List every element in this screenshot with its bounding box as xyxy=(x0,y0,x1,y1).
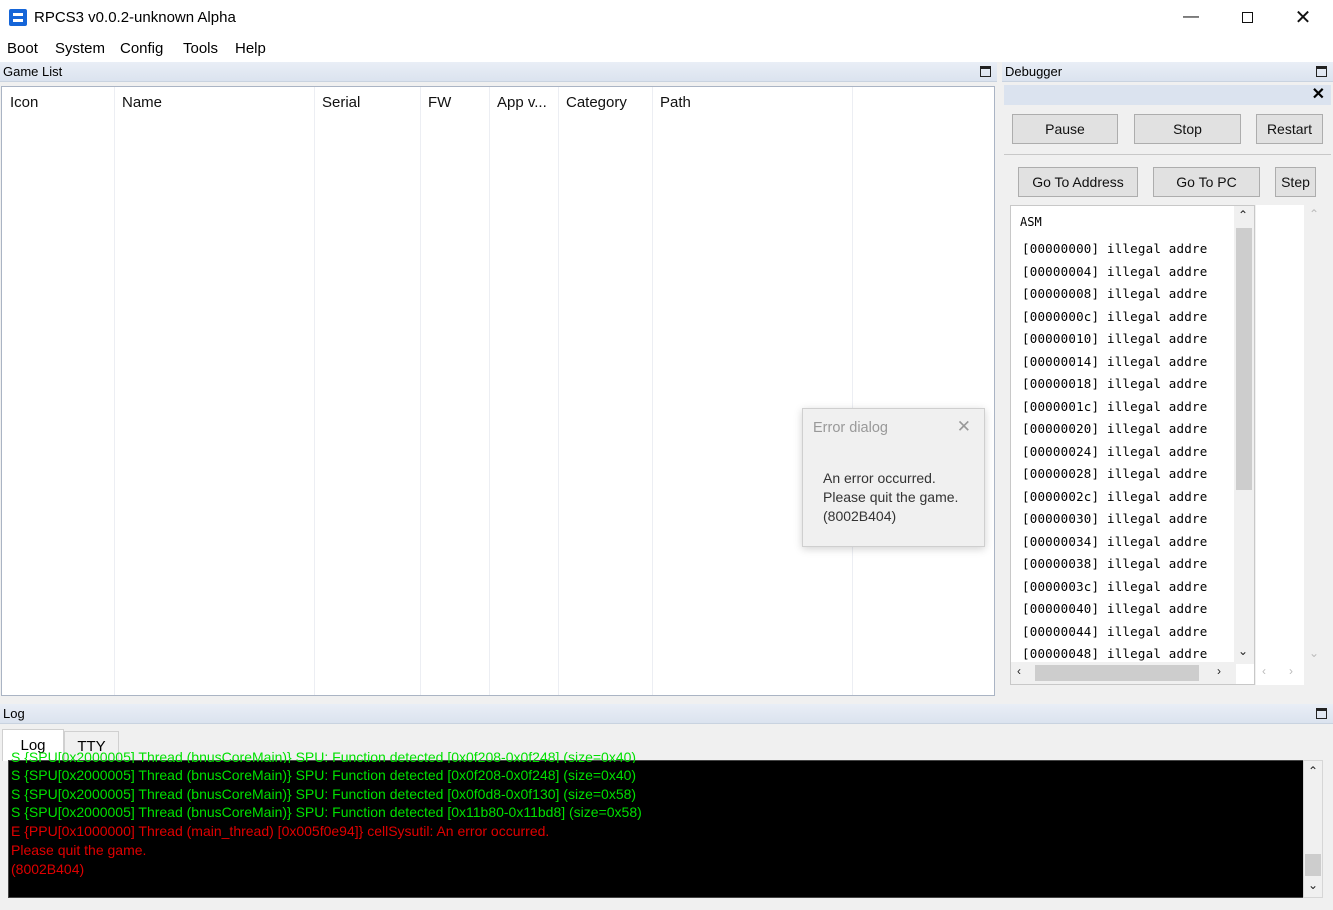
scroll-thumb[interactable] xyxy=(1236,228,1252,490)
log-line: (8002B404) xyxy=(11,860,85,877)
error-message-line: Please quit the game. xyxy=(823,489,959,505)
scroll-right-icon[interactable]: › xyxy=(1217,664,1221,678)
error-dialog: Error dialog ✕ An error occurred. Please… xyxy=(802,408,985,547)
log-vertical-scrollbar[interactable]: ⌃ ⌄ xyxy=(1303,760,1323,898)
scroll-down-icon[interactable]: ⌄ xyxy=(1309,646,1319,660)
go-to-address-button[interactable]: Go To Address xyxy=(1018,167,1138,197)
asm-line[interactable]: [00000004] illegal addre xyxy=(1022,264,1207,279)
undock-icon[interactable] xyxy=(980,66,991,77)
asm-line[interactable]: [0000002c] illegal addre xyxy=(1022,489,1207,504)
column-separator xyxy=(558,87,559,695)
menu-boot[interactable]: Boot xyxy=(7,40,38,57)
column-separator xyxy=(314,87,315,695)
pause-button[interactable]: Pause xyxy=(1012,114,1118,144)
menu-system[interactable]: System xyxy=(55,40,105,57)
menu-bar: Boot System Config Tools Help xyxy=(0,36,1333,62)
log-line: S {SPU[0x2000005] Thread (bnusCoreMain)}… xyxy=(11,804,642,821)
column-separator xyxy=(489,87,490,695)
column-separator xyxy=(420,87,421,695)
column-header-app-version[interactable]: App v... xyxy=(497,94,547,111)
asm-line[interactable]: [00000048] illegal addre xyxy=(1022,646,1207,661)
game-list-title: Game List xyxy=(3,64,63,79)
rpcs3-logo-icon xyxy=(9,9,27,26)
stop-button[interactable]: Stop xyxy=(1134,114,1241,144)
log-line: E {PPU[0x1000000] Thread (main_thread) [… xyxy=(11,823,550,840)
column-header-serial[interactable]: Serial xyxy=(322,94,360,111)
divider xyxy=(1004,154,1331,155)
asm-horizontal-scrollbar[interactable]: ‹ › xyxy=(1011,662,1236,684)
asm-header: ASM xyxy=(1020,215,1042,229)
game-list-titlebar: Game List xyxy=(0,62,997,82)
log-line: S {SPU[0x2000005] Thread (bnusCoreMain)}… xyxy=(11,749,637,763)
maximize-icon[interactable] xyxy=(1224,0,1270,34)
menu-config[interactable]: Config xyxy=(120,40,163,57)
menu-tools[interactable]: Tools xyxy=(183,40,218,57)
log-line: Please quit the game. xyxy=(11,841,147,858)
asm-line[interactable]: [00000014] illegal addre xyxy=(1022,354,1207,369)
undock-icon[interactable] xyxy=(1316,66,1327,77)
column-header-path[interactable]: Path xyxy=(660,94,691,111)
scroll-up-icon[interactable]: ⌃ xyxy=(1238,208,1248,222)
go-to-pc-button[interactable]: Go To PC xyxy=(1153,167,1260,197)
column-header-icon[interactable]: Icon xyxy=(10,94,38,111)
asm-line[interactable]: [00000034] illegal addre xyxy=(1022,534,1207,549)
close-icon[interactable]: ✕ xyxy=(1312,84,1325,104)
step-button[interactable]: Step xyxy=(1275,167,1316,197)
asm-line[interactable]: [00000038] illegal addre xyxy=(1022,556,1207,571)
close-window-icon[interactable]: ✕ xyxy=(1280,0,1326,34)
column-separator xyxy=(852,87,853,695)
log-title: Log xyxy=(3,706,25,721)
asm-line[interactable]: [00000044] illegal addre xyxy=(1022,624,1207,639)
scroll-right-icon[interactable]: › xyxy=(1289,664,1293,678)
asm-line[interactable]: [0000003c] illegal addre xyxy=(1022,579,1207,594)
asm-line[interactable]: [0000000c] illegal addre xyxy=(1022,309,1207,324)
log-partial-line: S {SPU[0x2000005] Thread (bnusCoreMain)}… xyxy=(11,749,651,763)
scroll-left-icon[interactable]: ‹ xyxy=(1262,664,1266,678)
asm-line[interactable]: [00000040] illegal addre xyxy=(1022,601,1207,616)
column-separator xyxy=(114,87,115,695)
undock-icon[interactable] xyxy=(1316,708,1327,719)
scroll-down-icon[interactable]: ⌄ xyxy=(1308,878,1318,892)
debugger-titlebar: Debugger xyxy=(1002,62,1333,82)
scroll-up-icon[interactable]: ⌃ xyxy=(1308,764,1318,778)
title-bar: RPCS3 v0.0.2-unknown Alpha — ✕ xyxy=(0,0,1333,36)
scroll-down-icon[interactable]: ⌄ xyxy=(1238,644,1248,658)
column-separator xyxy=(652,87,653,695)
log-line: S {SPU[0x2000005] Thread (bnusCoreMain)}… xyxy=(11,767,637,783)
error-code: (8002B404) xyxy=(823,508,897,524)
scroll-up-icon[interactable]: ⌃ xyxy=(1309,207,1319,221)
error-dialog-title: Error dialog xyxy=(813,420,888,436)
log-titlebar: Log xyxy=(0,704,1333,724)
asm-list[interactable]: ASM [00000000] illegal addre [00000004] i… xyxy=(1010,205,1255,685)
close-icon[interactable]: ✕ xyxy=(957,417,971,437)
log-output[interactable]: S {SPU[0x2000005] Thread (bnusCoreMain)}… xyxy=(8,749,1304,898)
asm-line[interactable]: [00000024] illegal addre xyxy=(1022,444,1207,459)
asm-line[interactable]: [00000030] illegal addre xyxy=(1022,511,1207,526)
asm-line[interactable]: [00000008] illegal addre xyxy=(1022,286,1207,301)
restart-button[interactable]: Restart xyxy=(1256,114,1323,144)
column-header-name[interactable]: Name xyxy=(122,94,162,111)
asm-line[interactable]: [0000001c] illegal addre xyxy=(1022,399,1207,414)
column-header-fw[interactable]: FW xyxy=(428,94,451,111)
error-message-line: An error occurred. xyxy=(823,470,936,486)
register-panel xyxy=(1256,205,1304,685)
game-list-table[interactable]: Icon Name Serial FW App v... Category Pa… xyxy=(1,86,995,696)
asm-line[interactable]: [00000028] illegal addre xyxy=(1022,466,1207,481)
minimize-icon[interactable]: — xyxy=(1168,0,1214,34)
asm-line[interactable]: [00000020] illegal addre xyxy=(1022,421,1207,436)
debugger-title: Debugger xyxy=(1005,64,1063,79)
scroll-left-icon[interactable]: ‹ xyxy=(1017,664,1021,678)
column-header-category[interactable]: Category xyxy=(566,94,627,111)
menu-help[interactable]: Help xyxy=(235,40,266,57)
scroll-thumb[interactable] xyxy=(1305,854,1321,876)
asm-line[interactable]: [00000010] illegal addre xyxy=(1022,331,1207,346)
window-title: RPCS3 v0.0.2-unknown Alpha xyxy=(34,9,236,26)
asm-line[interactable]: [00000018] illegal addre xyxy=(1022,376,1207,391)
scroll-thumb[interactable] xyxy=(1035,665,1199,681)
log-line: S {SPU[0x2000005] Thread (bnusCoreMain)}… xyxy=(11,785,637,802)
asm-line[interactable]: [00000000] illegal addre xyxy=(1022,241,1207,256)
debugger-subbar: ✕ xyxy=(1004,85,1331,105)
asm-vertical-scrollbar[interactable]: ⌃ ⌄ xyxy=(1234,206,1254,664)
